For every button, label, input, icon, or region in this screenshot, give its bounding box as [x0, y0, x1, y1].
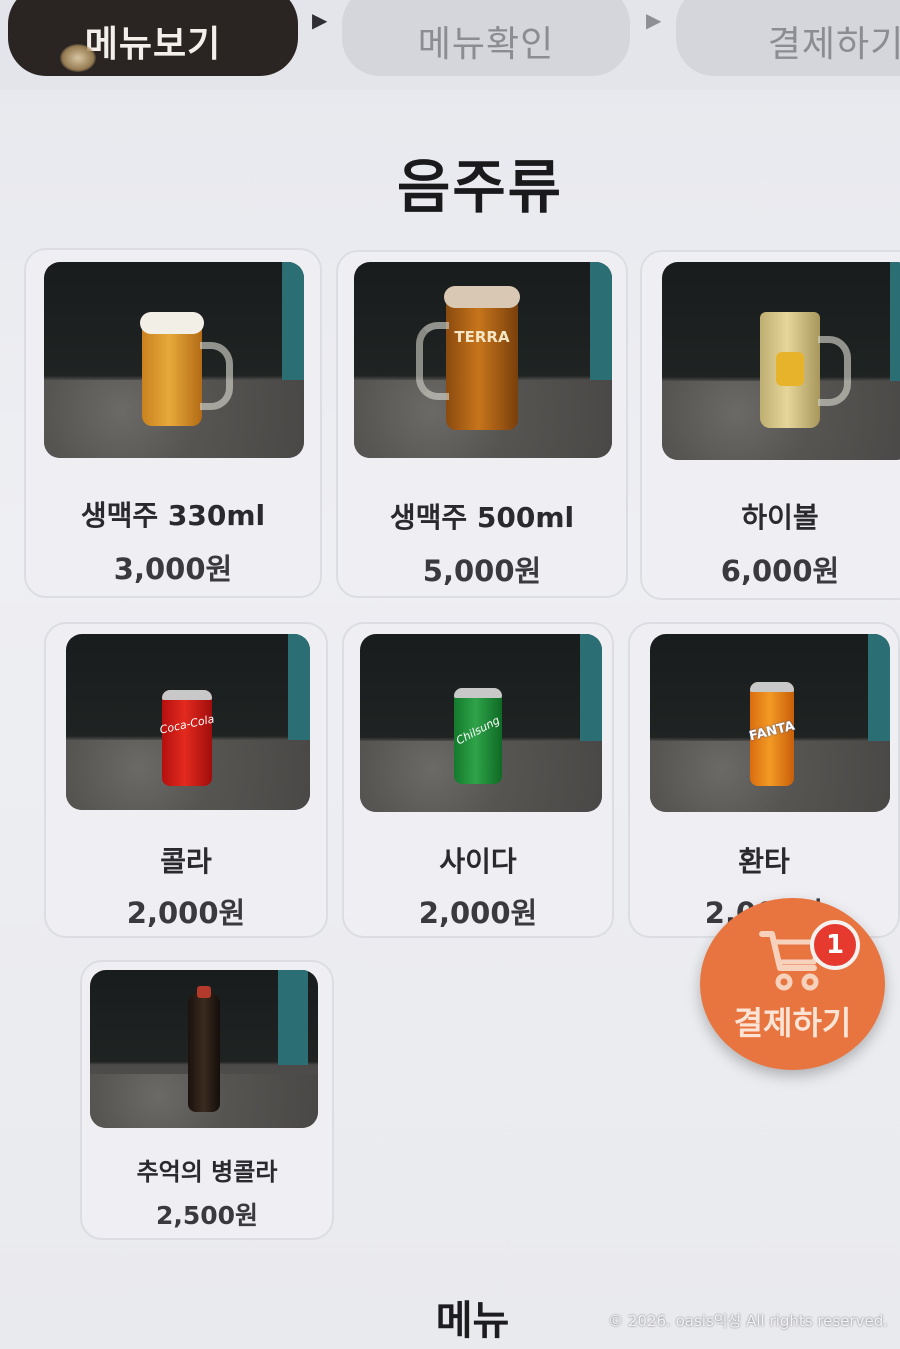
fanta-logo: FANTA — [747, 718, 797, 745]
menu-item-name: 생맥주 500ml — [389, 501, 575, 534]
cola-can-icon: Coca-Cola — [159, 690, 215, 786]
menu-item-card[interactable]: 생맥주 330ml 3,000원 — [24, 248, 322, 598]
step-menu-confirm[interactable]: 메뉴확인 — [342, 0, 630, 76]
chilsung-logo: Chilsung — [454, 713, 502, 748]
menu-item-price: 5,000원 — [422, 554, 542, 588]
menu-item-card[interactable]: FANTA 환타 2,000원 — [628, 622, 900, 938]
copyright-watermark: © 2026. oasis익성 All rights reserved. — [608, 1312, 888, 1330]
kiosk-screen: 메뉴보기 ▶ 메뉴확인 ▶ 결제하기 음주류 생맥주 330ml 3,000원 — [0, 0, 900, 1349]
step-menu-confirm-label: 메뉴확인 — [417, 24, 555, 65]
step-arrow-icon: ▶ — [312, 8, 328, 32]
beer-mug-icon — [140, 312, 233, 426]
step-arrow-icon: ▶ — [646, 8, 662, 32]
checkout-button[interactable]: 1 결제하기 — [700, 898, 885, 1070]
glare-spot — [60, 44, 96, 72]
menu-item-photo — [90, 970, 318, 1128]
menu-item-card[interactable]: Coca-Cola 콜라 2,000원 — [44, 622, 328, 938]
step-payment-label: 결제하기 — [767, 24, 900, 65]
coke-logo: Coca-Cola — [158, 712, 216, 737]
menu-item-price: 2,500원 — [155, 1201, 259, 1230]
menu-item-price: 6,000원 — [720, 554, 840, 588]
category-title: 음주류 — [396, 153, 564, 221]
step-menu-view-label: 메뉴보기 — [84, 24, 222, 65]
menu-item-price: 2,000원 — [418, 896, 538, 930]
menu-item-name: 콜라 — [160, 845, 212, 878]
menu-item-card[interactable]: TERRA 생맥주 500ml 5,000원 — [336, 250, 628, 598]
step-payment[interactable]: 결제하기 — [676, 0, 900, 76]
menu-item-name: 환타 — [738, 845, 790, 878]
menu-item-name: 하이볼 — [741, 501, 819, 534]
menu-item-card[interactable]: 추억의 병콜라 2,500원 — [80, 960, 334, 1240]
terra-logo: TERRA — [454, 328, 510, 346]
fanta-can-icon: FANTA — [748, 682, 796, 786]
cart-count-badge: 1 — [810, 920, 860, 970]
cola-bottle-icon — [188, 986, 220, 1112]
order-stepper: 메뉴보기 ▶ 메뉴확인 ▶ 결제하기 — [0, 0, 900, 90]
menu-item-card[interactable]: Chilsung 사이다 2,000원 — [342, 622, 614, 938]
menu-item-name: 추억의 병콜라 — [136, 1158, 278, 1186]
menu-item-photo — [44, 262, 304, 458]
menu-item-price: 2,000원 — [126, 896, 246, 930]
menu-item-name: 생맥주 330ml — [80, 499, 266, 532]
menu-item-photo: Coca-Cola — [66, 634, 310, 810]
menu-item-photo: FANTA — [650, 634, 890, 812]
beer-mug-icon: TERRA — [416, 286, 520, 430]
step-menu-view[interactable]: 메뉴보기 — [8, 0, 298, 76]
checkout-label: 결제하기 — [733, 1004, 852, 1042]
menu-item-photo — [662, 262, 900, 460]
menu-item-photo: TERRA — [354, 262, 612, 458]
menu-item-photo: Chilsung — [360, 634, 602, 812]
menu-item-card[interactable]: 하이볼 6,000원 — [640, 250, 900, 600]
highball-mug-icon — [760, 312, 851, 428]
cider-can-icon: Chilsung — [454, 688, 502, 784]
menu-item-name: 사이다 — [439, 845, 517, 878]
menu-item-price: 3,000원 — [113, 552, 233, 586]
